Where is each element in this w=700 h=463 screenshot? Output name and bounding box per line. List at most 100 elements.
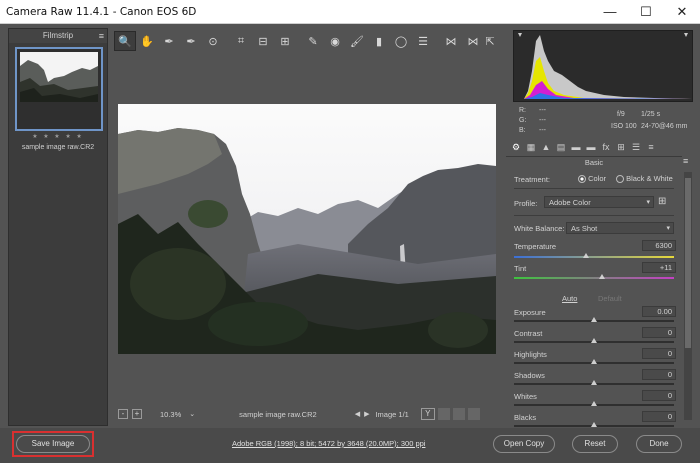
histogram [513, 30, 693, 102]
iso: ISO 100 [611, 123, 637, 130]
presets-tab-icon[interactable]: ☰ [630, 142, 642, 153]
zoom-level: 10.3% [160, 409, 182, 419]
treatment-color-radio[interactable] [578, 175, 586, 184]
basic-tab-icon[interactable]: ⚙ [510, 142, 522, 153]
effects-tab-icon[interactable]: fx [600, 142, 612, 152]
slider-handle-blacks[interactable] [591, 422, 597, 427]
treatment-bw-radio[interactable] [616, 175, 624, 184]
lens-corrections-tab-icon[interactable]: ▬ [585, 142, 597, 152]
image-canvas[interactable] [114, 54, 502, 404]
graduated-filter-icon[interactable]: ▮ [368, 31, 390, 51]
default-button[interactable]: Default [598, 294, 622, 303]
before-after-toggle[interactable]: Y [420, 408, 435, 420]
targeted-adjustment-tool-icon[interactable]: ⊙ [202, 31, 224, 51]
lens: 24-70@46 mm [641, 123, 688, 130]
temperature-slider-handle[interactable] [583, 253, 589, 258]
open-preferences-icon[interactable]: ⇱ [480, 31, 500, 51]
transform-tool-icon[interactable]: ⊞ [274, 31, 296, 51]
green-value: --- [539, 117, 546, 124]
treatment-bw-option[interactable]: Black & White [616, 174, 673, 184]
zoom-dropdown-icon[interactable]: ⌄ [189, 410, 195, 418]
straighten-tool-icon[interactable]: ⊟ [252, 31, 274, 51]
tint-track[interactable] [514, 277, 674, 279]
zoom-out-button[interactable]: - [118, 409, 128, 419]
slider-value-exposure[interactable]: 0.00 [642, 306, 676, 317]
detail-tab-icon[interactable]: ▲ [540, 142, 552, 152]
white-balance-tool-icon[interactable]: ✒ [158, 31, 180, 51]
slider-handle-contrast[interactable] [591, 338, 597, 343]
open-copy-button[interactable]: Open Copy [493, 435, 555, 453]
rating-stars[interactable]: ★ ★ ★ ★ ★ [9, 133, 107, 140]
slider-label-shadows: Shadows [514, 371, 545, 380]
done-button[interactable]: Done [636, 435, 682, 453]
crop-tool-icon[interactable]: ⌗ [230, 31, 252, 51]
color-sampler-tool-icon[interactable]: ✒ [180, 31, 202, 51]
profile-browser-icon[interactable]: ⊞ [658, 196, 666, 207]
hand-tool-icon[interactable]: ✋ [136, 31, 158, 51]
slider-value-contrast[interactable]: 0 [642, 327, 676, 338]
maximize-icon[interactable]: ☐ [628, 0, 664, 24]
hsl-tab-icon[interactable]: ▤ [555, 142, 567, 153]
image-count: Image 1/1 [375, 409, 409, 419]
radial-filter-icon[interactable]: ◯ [390, 31, 412, 51]
treatment-bw-label: Black & White [626, 174, 673, 183]
next-image-icon[interactable]: ▶ [364, 410, 369, 418]
histogram-graph [518, 33, 692, 99]
previous-image-icon[interactable]: ◀ [355, 410, 360, 418]
profile-select[interactable]: Adobe Color ▾ [544, 196, 654, 208]
auto-button[interactable]: Auto [562, 294, 577, 303]
preview-image [118, 104, 496, 354]
red-eye-tool-icon[interactable]: ◉ [324, 31, 346, 51]
slider-handle-highlights[interactable] [591, 359, 597, 364]
slider-handle-whites[interactable] [591, 401, 597, 406]
tint-value[interactable]: +11 [642, 262, 676, 273]
preferences-icon[interactable]: ☰ [412, 31, 434, 51]
filmstrip-thumbnail[interactable] [15, 47, 103, 131]
panel-title: Basic [506, 156, 682, 168]
chevron-down-icon: ▾ [646, 199, 650, 206]
slider-handle-exposure[interactable] [591, 317, 597, 322]
slider-label-contrast: Contrast [514, 329, 543, 338]
minimize-icon[interactable]: — [592, 0, 628, 24]
slider-value-shadows[interactable]: 0 [642, 369, 676, 380]
toggle-settings-icon[interactable] [467, 408, 480, 420]
blue-value: --- [539, 127, 546, 134]
workflow-options-link[interactable]: Adobe RGB (1998); 8 bit; 5472 by 3648 (2… [232, 439, 425, 448]
slider-handle-shadows[interactable] [591, 380, 597, 385]
slider-value-whites[interactable]: 0 [642, 390, 676, 401]
adjustment-brush-icon[interactable]: 🖌 [346, 31, 368, 51]
snapshots-tab-icon[interactable]: ≡ [645, 142, 657, 152]
profile-value: Adobe Color [549, 198, 591, 207]
slider-label-whites: Whites [514, 392, 537, 401]
slider-value-blacks[interactable]: 0 [642, 411, 676, 422]
basic-panel: Treatment: Color Black & White Profile: … [506, 170, 682, 427]
copy-settings-icon[interactable] [452, 408, 465, 420]
aperture: f/9 [617, 111, 625, 118]
rotate-ccw-icon[interactable]: ⋈ [440, 31, 462, 51]
filmstrip-title: Filmstrip [42, 31, 74, 40]
filmstrip-menu-icon[interactable]: ≡ [99, 29, 104, 43]
split-toning-tab-icon[interactable]: ▬ [570, 142, 582, 152]
temperature-value[interactable]: 6300 [642, 240, 676, 251]
tone-curve-tab-icon[interactable]: ▦ [525, 142, 537, 153]
close-icon[interactable]: ✕ [664, 0, 700, 24]
before-after-swap-icon[interactable] [437, 408, 450, 420]
zoom-tool-icon[interactable]: 🔍 [114, 31, 136, 51]
tint-slider-handle[interactable] [599, 274, 605, 279]
divider [514, 188, 674, 189]
canvas-status-bar: - + 10.3% ⌄ sample image raw.CR2 ◀ ▶ Ima… [114, 405, 502, 423]
white-balance-select[interactable]: As Shot ▾ [566, 222, 674, 234]
treatment-color-option[interactable]: Color [578, 174, 606, 184]
calibration-tab-icon[interactable]: ⊞ [615, 142, 627, 153]
green-label: G: [519, 117, 527, 124]
reset-button[interactable]: Reset [572, 435, 618, 453]
save-image-button[interactable]: Save Image [16, 435, 90, 453]
filmstrip-header: Filmstrip ≡ [9, 29, 107, 43]
temperature-track[interactable] [514, 256, 674, 258]
scrollbar-thumb[interactable] [685, 178, 691, 348]
zoom-in-button[interactable]: + [132, 409, 142, 419]
panel-menu-icon[interactable]: ≡ [683, 156, 688, 166]
spot-removal-tool-icon[interactable]: ✎ [302, 31, 324, 51]
slider-value-highlights[interactable]: 0 [642, 348, 676, 359]
panel-scrollbar[interactable] [684, 172, 692, 420]
